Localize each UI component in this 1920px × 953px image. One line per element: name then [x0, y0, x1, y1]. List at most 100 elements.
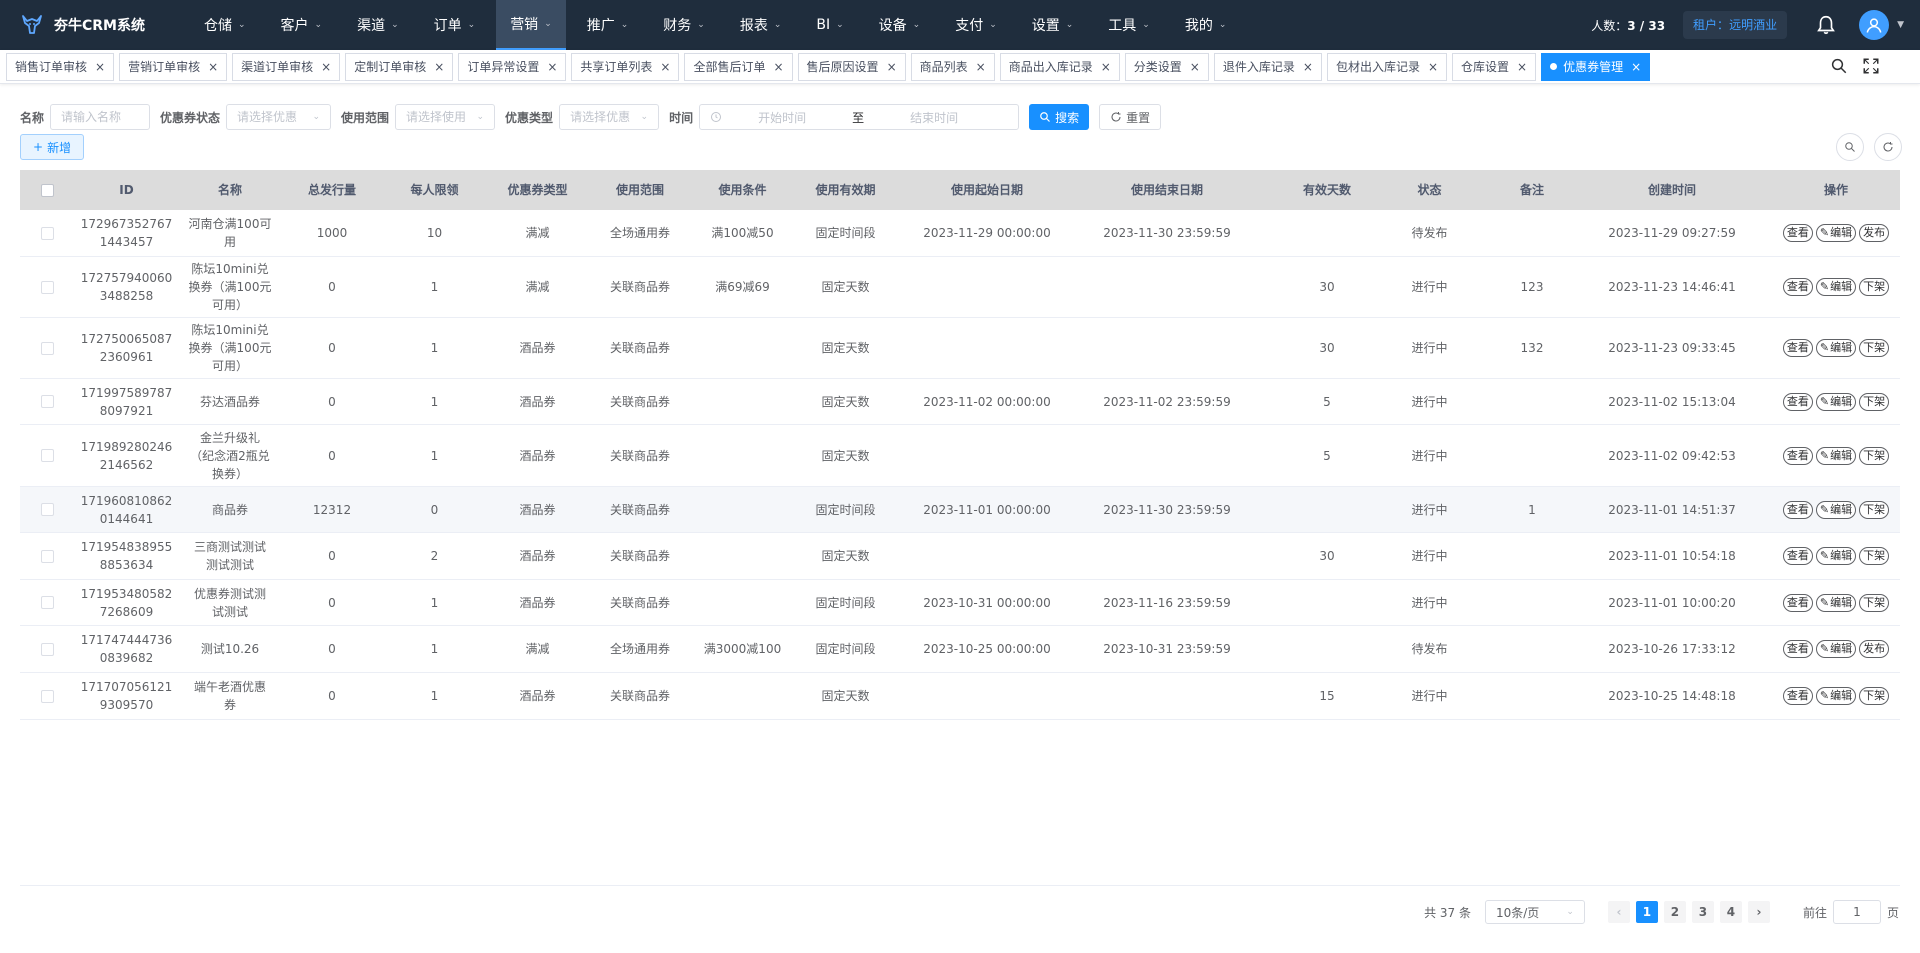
page-number-button[interactable]: 2	[1663, 901, 1686, 923]
name-input[interactable]: 请输入名称	[50, 104, 151, 130]
tab-item[interactable]: 定制订单审核 ×	[345, 52, 454, 81]
view-button[interactable]: 查看	[1782, 547, 1813, 565]
nav-item[interactable]: 设置 ⌄	[1018, 0, 1088, 50]
tab-item[interactable]: 订单异常设置 ×	[458, 52, 567, 81]
table-row[interactable]: 171997589787 8097921 芬达酒品券 0 1 酒品券 关联商品券 固定天数 20…	[20, 379, 1900, 425]
add-coupon-button[interactable]: + 新增	[20, 134, 85, 160]
table-row[interactable]: 171954838955 8853634 三商测试测试 测试测试 0 2 酒品券 关联商品券 固…	[20, 533, 1900, 580]
table-row[interactable]: 171747444736 0839682 测试10.26 0 1 满减 全场通用券 满3000…	[20, 626, 1900, 673]
nav-item[interactable]: BI ⌄	[802, 0, 857, 50]
close-icon[interactable]: ×	[773, 54, 783, 80]
table-row[interactable]: 172967352767 1443457 河南仓满100可用 1000 10 满减 全场通用…	[20, 210, 1900, 257]
nav-item[interactable]: 支付 ⌄	[941, 0, 1011, 50]
close-icon[interactable]: ×	[321, 54, 331, 80]
status-action-button[interactable]: 下架	[1859, 278, 1890, 296]
scope-select[interactable]: 请选择使用 ⌄	[395, 104, 496, 130]
nav-item[interactable]: 财务 ⌄	[649, 0, 719, 50]
toggle-search-button[interactable]	[1836, 133, 1864, 161]
status-action-button[interactable]: 下架	[1859, 339, 1890, 357]
nav-item[interactable]: 报表 ⌄	[726, 0, 796, 50]
page-size-select[interactable]: 10条/页 ⌄	[1484, 900, 1585, 924]
row-checkbox[interactable]	[20, 549, 74, 563]
row-checkbox[interactable]	[20, 689, 74, 703]
table-row[interactable]: 171989280246 2146562 金兰升级礼 （纪念酒2瓶兑 换券） 0 1 酒品券 关…	[20, 425, 1900, 487]
row-checkbox[interactable]	[20, 596, 74, 609]
edit-button[interactable]: ✎编辑	[1815, 500, 1857, 519]
edit-button[interactable]: ✎编辑	[1815, 687, 1857, 705]
edit-button[interactable]: ✎编辑	[1815, 339, 1857, 357]
status-action-button[interactable]: 下架	[1859, 446, 1890, 465]
row-checkbox[interactable]	[20, 341, 74, 355]
edit-button[interactable]: ✎编辑	[1815, 278, 1857, 296]
tab-item[interactable]: 共享订单列表 ×	[571, 52, 680, 81]
nav-item[interactable]: 订单 ⌄	[420, 0, 490, 50]
table-row[interactable]: 171960810862 0144641 商品券 12312 0 酒品券 关联商品券 固定时间…	[20, 487, 1900, 533]
view-button[interactable]: 查看	[1782, 593, 1813, 612]
search-button[interactable]: 搜索	[1029, 104, 1090, 130]
table-row[interactable]: 172757940060 3488258 陈坛10mini兑 换券（满100元 可用） 0…	[20, 257, 1900, 318]
close-icon[interactable]: ×	[1303, 54, 1313, 80]
page-number-button[interactable]: 3	[1691, 901, 1714, 923]
tab-item[interactable]: 优惠券管理 ×	[1541, 52, 1651, 81]
status-action-button[interactable]: 下架	[1859, 593, 1890, 612]
view-button[interactable]: 查看	[1782, 339, 1813, 357]
nav-item[interactable]: 营销 ⌄	[496, 0, 566, 50]
nav-item[interactable]: 设备 ⌄	[865, 0, 935, 50]
page-number-button[interactable]: 4	[1719, 901, 1742, 923]
view-button[interactable]: 查看	[1782, 278, 1813, 296]
row-checkbox[interactable]	[20, 642, 74, 656]
status-action-button[interactable]: 下架	[1859, 547, 1890, 565]
edit-button[interactable]: ✎编辑	[1815, 547, 1857, 565]
bell-icon[interactable]	[1815, 14, 1837, 36]
fullscreen-icon[interactable]	[1862, 57, 1880, 75]
close-icon[interactable]: ×	[1190, 54, 1200, 80]
status-action-button[interactable]: 发布	[1859, 640, 1890, 658]
row-checkbox[interactable]	[20, 503, 74, 516]
tab-item[interactable]: 包材出入库记录 ×	[1326, 52, 1448, 81]
tab-item[interactable]: 商品列表 ×	[910, 52, 995, 81]
tab-item[interactable]: 全部售后订单 ×	[684, 52, 793, 81]
date-range-picker[interactable]: 开始时间 至 结束时间	[699, 104, 1020, 130]
tab-item[interactable]: 渠道订单审核 ×	[232, 52, 341, 81]
edit-button[interactable]: ✎编辑	[1815, 640, 1857, 658]
status-action-button[interactable]: 下架	[1859, 500, 1890, 519]
nav-item[interactable]: 客户 ⌄	[267, 0, 337, 50]
status-action-button[interactable]: 下架	[1859, 392, 1890, 411]
close-icon[interactable]: ×	[434, 54, 444, 80]
row-checkbox[interactable]	[20, 395, 74, 408]
row-checkbox[interactable]	[20, 280, 74, 294]
view-button[interactable]: 查看	[1782, 500, 1813, 519]
select-all-checkbox[interactable]	[20, 183, 74, 197]
table-row[interactable]: 171707056121 9309570 端午老酒优惠券 0 1 酒品券 关联商品券 固定天数…	[20, 673, 1900, 720]
close-icon[interactable]: ×	[1631, 54, 1641, 80]
row-checkbox[interactable]	[20, 449, 74, 462]
close-icon[interactable]: ×	[660, 54, 670, 80]
reset-button[interactable]: 重置	[1099, 104, 1162, 130]
close-icon[interactable]: ×	[547, 54, 557, 80]
nav-item[interactable]: 渠道 ⌄	[343, 0, 413, 50]
nav-item[interactable]: 工具 ⌄	[1094, 0, 1164, 50]
search-icon[interactable]	[1830, 57, 1848, 75]
view-button[interactable]: 查看	[1782, 224, 1813, 242]
page-number-button[interactable]: 1	[1635, 901, 1658, 923]
tab-item[interactable]: 营销订单审核 ×	[119, 52, 228, 81]
table-row[interactable]: 171953480582 7268609 优惠券测试测 试测试 0 1 酒品券 关联商品券 固定…	[20, 580, 1900, 626]
chevron-down-icon[interactable]: ▼	[1897, 20, 1904, 30]
status-select[interactable]: 请选择优惠 ⌄	[226, 104, 332, 130]
tab-item[interactable]: 销售订单审核 ×	[6, 52, 115, 81]
view-button[interactable]: 查看	[1782, 392, 1813, 411]
nav-item[interactable]: 推广 ⌄	[573, 0, 643, 50]
type-select[interactable]: 请选择优惠 ⌄	[559, 104, 660, 130]
close-icon[interactable]: ×	[976, 54, 986, 80]
prev-page-button[interactable]: ‹	[1607, 901, 1630, 923]
tab-item[interactable]: 仓库设置 ×	[1452, 52, 1537, 81]
close-icon[interactable]: ×	[1517, 54, 1527, 80]
edit-button[interactable]: ✎编辑	[1815, 392, 1857, 411]
tenant-switcher[interactable]: 租户：远明酒业	[1683, 11, 1788, 39]
next-page-button[interactable]: ›	[1747, 901, 1770, 923]
goto-page-input[interactable]: 1	[1832, 900, 1881, 924]
end-date-input[interactable]: 结束时间	[874, 109, 994, 126]
edit-button[interactable]: ✎编辑	[1815, 446, 1857, 465]
view-button[interactable]: 查看	[1782, 446, 1813, 465]
edit-button[interactable]: ✎编辑	[1815, 593, 1857, 612]
